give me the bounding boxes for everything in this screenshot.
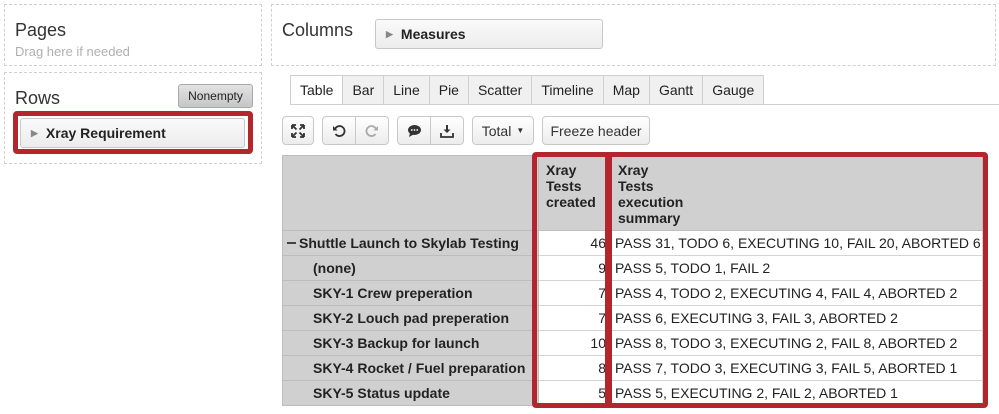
cell-execution-summary: PASS 8, TODO 3, EXECUTING 2, FAIL 8, ABO… bbox=[610, 330, 983, 356]
columns-item-measures[interactable]: ▶ Measures bbox=[375, 19, 603, 49]
chart-type-tabs: Table Bar Line Pie Scatter Timeline Map … bbox=[290, 75, 765, 105]
row-header-sky-3[interactable]: SKY-3 Backup for launch bbox=[282, 330, 539, 356]
tab-scatter[interactable]: Scatter bbox=[468, 75, 533, 105]
expand-caret-icon: ▶ bbox=[31, 127, 38, 138]
cell-tests-created: 7 bbox=[538, 305, 611, 331]
cell-tests-created: 8 bbox=[538, 355, 611, 381]
cell-execution-summary: PASS 7, TODO 3, EXECUTING 3, FAIL 5, ABO… bbox=[610, 355, 983, 381]
redo-button[interactable] bbox=[355, 116, 389, 145]
tab-pie[interactable]: Pie bbox=[429, 75, 469, 105]
freeze-header-button[interactable]: Freeze header bbox=[542, 116, 650, 145]
fullscreen-button[interactable] bbox=[282, 116, 314, 145]
comment-button[interactable] bbox=[397, 116, 431, 145]
table-row: SKY-4 Rocket / Fuel preparation 8 PASS 7… bbox=[282, 355, 983, 381]
table-header-row: Xray Tests created Xray Tests execution … bbox=[282, 155, 983, 231]
row-header-sky-5[interactable]: SKY-5 Status update bbox=[282, 380, 539, 406]
redo-icon bbox=[365, 124, 378, 137]
rows-item-xray-requirement[interactable]: ▶ Xray Requirement bbox=[20, 118, 245, 148]
cell-tests-created: 46 bbox=[538, 230, 611, 256]
rows-item-label: Xray Requirement bbox=[45, 125, 166, 141]
total-label: Total bbox=[481, 122, 512, 139]
cell-tests-created: 10 bbox=[538, 330, 611, 356]
table-row: Shuttle Launch to Skylab Testing 46 PASS… bbox=[282, 230, 983, 256]
tab-bar[interactable]: Bar bbox=[343, 75, 385, 105]
collapse-icon[interactable] bbox=[287, 242, 296, 245]
tab-timeline[interactable]: Timeline bbox=[532, 75, 604, 105]
tab-divider bbox=[290, 104, 999, 105]
tab-map[interactable]: Map bbox=[603, 75, 650, 105]
column-header-execution-summary[interactable]: Xray Tests execution summary bbox=[610, 155, 983, 231]
row-header-shuttle-launch[interactable]: Shuttle Launch to Skylab Testing bbox=[282, 230, 539, 256]
export-button[interactable] bbox=[430, 116, 464, 145]
cell-tests-created: 5 bbox=[538, 380, 611, 406]
row-header-sky-2[interactable]: SKY-2 Louch pad preperation bbox=[282, 305, 539, 331]
row-header-sky-1[interactable]: SKY-1 Crew preperation bbox=[282, 280, 539, 306]
columns-item-label: Measures bbox=[400, 26, 466, 42]
tab-gauge[interactable]: Gauge bbox=[703, 75, 765, 105]
table-corner bbox=[282, 155, 539, 231]
table-row: SKY-2 Louch pad preperation 7 PASS 6, EX… bbox=[282, 305, 983, 331]
total-dropdown[interactable]: Total ▼ bbox=[472, 116, 534, 145]
cell-tests-created: 7 bbox=[538, 280, 611, 306]
columns-title: Columns bbox=[282, 20, 354, 40]
download-icon bbox=[440, 124, 454, 138]
comment-icon bbox=[407, 124, 421, 137]
results-table: Xray Tests created Xray Tests execution … bbox=[282, 155, 983, 406]
tab-table[interactable]: Table bbox=[290, 75, 344, 105]
table-row: SKY-1 Crew preperation 7 PASS 4, TODO 2,… bbox=[282, 280, 983, 306]
table-row: (none) 9 PASS 5, TODO 1, FAIL 2 bbox=[282, 255, 983, 281]
row-header-sky-4[interactable]: SKY-4 Rocket / Fuel preparation bbox=[282, 355, 539, 381]
table-row: SKY-3 Backup for launch 10 PASS 8, TODO … bbox=[282, 330, 983, 356]
cell-tests-created: 9 bbox=[538, 255, 611, 281]
cell-execution-summary: PASS 5, TODO 1, FAIL 2 bbox=[610, 255, 983, 281]
expand-caret-icon: ▶ bbox=[386, 28, 393, 39]
cell-execution-summary: PASS 4, TODO 2, EXECUTING 4, FAIL 4, ABO… bbox=[610, 280, 983, 306]
row-header-none[interactable]: (none) bbox=[282, 255, 539, 281]
table-row: SKY-5 Status update 5 PASS 5, EXECUTING … bbox=[282, 380, 983, 406]
cell-execution-summary: PASS 31, TODO 6, EXECUTING 10, FAIL 20, … bbox=[610, 230, 983, 256]
expand-icon bbox=[291, 123, 305, 138]
cell-execution-summary: PASS 6, EXECUTING 3, FAIL 3, ABORTED 2 bbox=[610, 305, 983, 331]
column-header-tests-created[interactable]: Xray Tests created bbox=[538, 155, 611, 231]
undo-icon bbox=[333, 124, 346, 137]
caret-down-icon: ▼ bbox=[516, 126, 525, 135]
cell-execution-summary: PASS 5, EXECUTING 2, FAIL 2, ABORTED 1 bbox=[610, 380, 983, 406]
tab-gantt[interactable]: Gantt bbox=[649, 75, 704, 105]
tab-line[interactable]: Line bbox=[384, 75, 430, 105]
nonempty-button[interactable]: Nonempty bbox=[178, 84, 253, 108]
undo-button[interactable] bbox=[322, 116, 356, 145]
rows-title: Rows bbox=[15, 88, 61, 108]
pages-title: Pages bbox=[15, 20, 67, 40]
pages-hint: Drag here if needed bbox=[15, 44, 130, 59]
